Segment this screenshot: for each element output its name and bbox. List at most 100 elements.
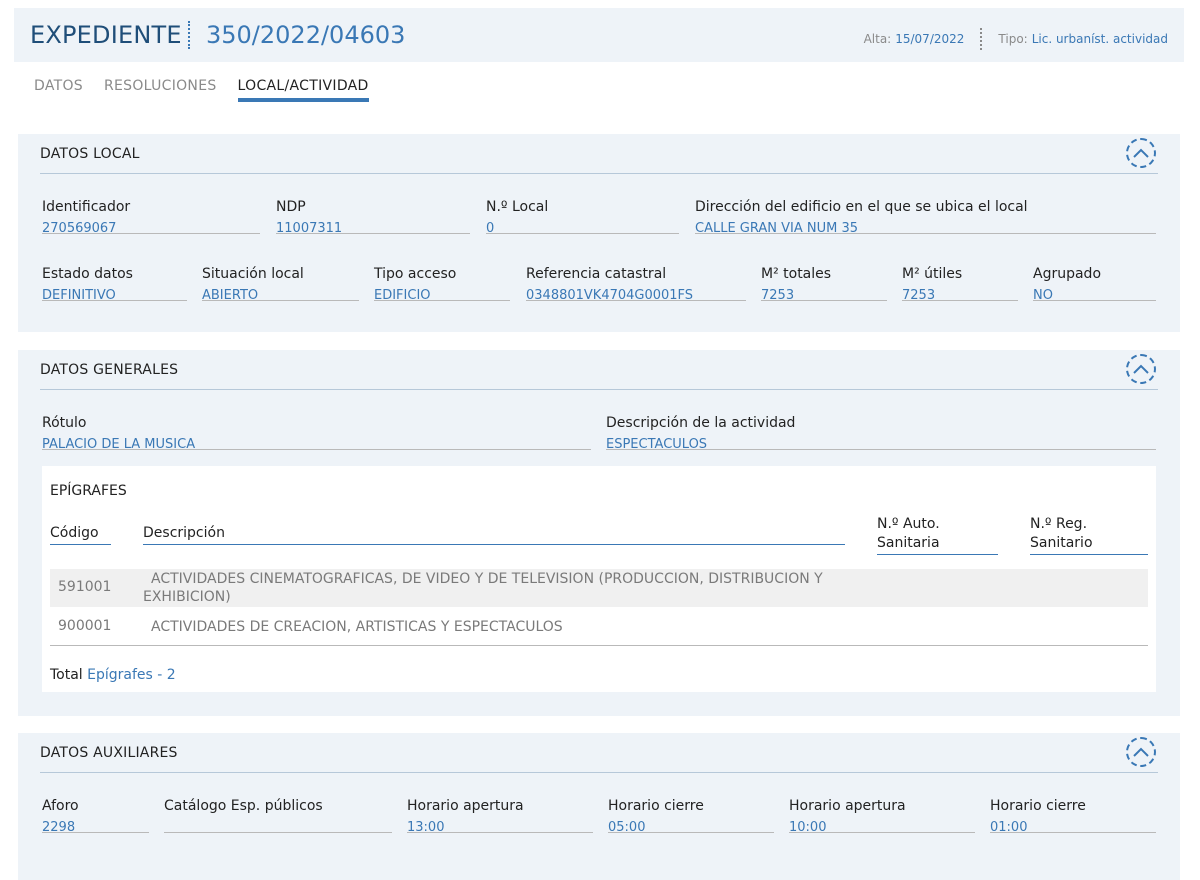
field-value: 13:00 [407,820,445,835]
field-label: Identificador [42,199,131,215]
field-value: EDIFICIO [374,288,431,303]
datos-generales-title: DATOS GENERALES [40,362,179,378]
tipo-value: Lic. urbaníst. actividad [1031,32,1168,46]
field-tipo-acceso: Tipo acceso EDIFICIO [374,266,510,303]
datos-local-header: DATOS LOCAL [40,134,1158,174]
field-label: Agrupado [1033,266,1102,282]
collapse-datos-generales-button[interactable] [1126,354,1156,384]
field-label: M² totales [761,266,832,282]
field-value: 11007311 [276,221,343,236]
cell-codigo: 591001 [58,579,112,595]
field-label: Horario cierre [990,798,1086,814]
datos-auxiliares-title: DATOS AUXILIARES [40,745,178,761]
field-value: NO [1033,288,1053,303]
field-value: 270569067 [42,221,117,236]
chevron-up-icon [1133,364,1149,374]
header-meta: Alta: 15/07/2022 Tipo: Lic. urbaníst. ac… [864,28,1168,50]
column-header-auto-sanitaria[interactable]: N.º Auto. Sanitaria [877,515,998,555]
cell-descripcion: ACTIVIDADES DE CREACION, ARTISTICAS Y ES… [151,619,563,635]
field-value: 0 [486,221,495,236]
field-value: 7253 [761,288,795,303]
field-value: ABIERTO [202,288,259,303]
expediente-number: 350/2022/04603 [206,21,406,49]
table-row[interactable]: 900001 ACTIVIDADES DE CREACION, ARTISTIC… [50,607,1148,646]
field-catalogo: Catálogo Esp. públicos [164,798,392,833]
field-label: Catálogo Esp. públicos [164,798,323,814]
table-row[interactable]: 591001 ACTIVIDADES CINEMATOGRAFICAS, DE … [50,569,1148,607]
tab-datos[interactable]: DATOS [34,78,83,102]
field-value: DEFINITIVO [42,288,116,303]
datos-generales-panel: DATOS GENERALES Rótulo PALACIO DE LA MUS… [18,350,1180,716]
field-value: 05:00 [608,820,646,835]
field-aforo: Aforo 2298 [42,798,149,835]
cell-codigo: 900001 [58,618,112,634]
field-rotulo: Rótulo PALACIO DE LA MUSICA [42,415,591,452]
total-value: Epígrafes - 2 [87,667,176,683]
epigrafes-title: EPÍGRAFES [50,483,127,499]
field-direccion: Dirección del edificio en el que se ubic… [695,199,1156,236]
field-horario-apertura: Horario apertura 13:00 [407,798,593,835]
field-situacion-local: Situación local ABIERTO [202,266,359,303]
epigrafes-section: EPÍGRAFES Código Descripción N.º Auto. S… [42,466,1156,692]
header-line: Sanitaria [877,535,940,551]
field-value: 2298 [42,820,76,835]
field-label: Descripción de la actividad [606,415,796,431]
alta-label: Alta: [863,32,892,46]
title-separator [188,21,190,49]
column-header-descripcion[interactable]: Descripción [143,524,845,545]
field-m2-utiles: M² útiles 7253 [902,266,1018,303]
tab-local-actividad[interactable]: LOCAL/ACTIVIDAD [237,78,369,102]
field-value: ESPECTACULOS [606,437,708,452]
field-estado-datos: Estado datos DEFINITIVO [42,266,187,303]
field-label: NDP [276,199,306,215]
page-title: EXPEDIENTE [30,21,182,49]
datos-local-panel: DATOS LOCAL Identificador 270569067 NDP … [18,134,1180,332]
field-label: M² útiles [902,266,963,282]
header-line: N.º Auto. [877,516,940,532]
total-label: Total [50,667,83,683]
datos-generales-header: DATOS GENERALES [40,350,1158,390]
header-line: N.º Reg. [1030,516,1088,532]
field-horario-apertura-2: Horario apertura 10:00 [789,798,975,835]
field-label: Dirección del edificio en el que se ubic… [695,199,1028,215]
datos-local-title: DATOS LOCAL [40,146,140,162]
collapse-datos-auxiliares-button[interactable] [1126,737,1156,767]
field-label: Estado datos [42,266,133,282]
field-value: 10:00 [789,820,827,835]
field-label: Situación local [202,266,304,282]
field-n-local: N.º Local 0 [486,199,679,236]
tab-resoluciones[interactable]: RESOLUCIONES [104,78,217,102]
cell-descripcion: ACTIVIDADES CINEMATOGRAFICAS, DE VIDEO Y… [143,571,823,605]
epigrafes-total: Total Epígrafes - 2 [50,667,176,683]
field-label: Horario cierre [608,798,704,814]
alta-value: 15/07/2022 [895,32,965,46]
datos-auxiliares-header: DATOS AUXILIARES [40,733,1158,773]
header-line: Sanitario [1030,535,1093,551]
field-label: Aforo [42,798,79,814]
field-value: 0348801VK4704G0001FS [526,288,694,303]
datos-auxiliares-panel: DATOS AUXILIARES Aforo 2298 Catálogo Esp… [18,733,1180,880]
field-value: 7253 [902,288,936,303]
field-identificador: Identificador 270569067 [42,199,260,236]
field-horario-cierre-2: Horario cierre 01:00 [990,798,1156,835]
collapse-datos-local-button[interactable] [1126,138,1156,168]
field-horario-cierre: Horario cierre 05:00 [608,798,774,835]
field-descripcion-actividad: Descripción de la actividad ESPECTACULOS [606,415,1156,452]
field-m2-totales: M² totales 7253 [761,266,887,303]
field-referencia-catastral: Referencia catastral 0348801VK4704G0001F… [526,266,746,303]
tab-bar: DATOS RESOLUCIONES LOCAL/ACTIVIDAD [34,78,390,102]
column-header-reg-sanitario[interactable]: N.º Reg. Sanitario [1030,515,1148,555]
field-label: Horario apertura [789,798,906,814]
meta-separator [980,28,983,50]
field-label: Rótulo [42,415,87,431]
chevron-up-icon [1133,148,1149,158]
field-value: PALACIO DE LA MUSICA [42,437,196,452]
field-label: Referencia catastral [526,266,667,282]
page-header: EXPEDIENTE 350/2022/04603 Alta: 15/07/20… [14,8,1184,62]
field-agrupado: Agrupado NO [1033,266,1156,303]
tipo-label: Tipo: [998,32,1028,46]
field-label: Tipo acceso [374,266,457,282]
field-ndp: NDP 11007311 [276,199,470,236]
field-label: Horario apertura [407,798,524,814]
column-header-codigo[interactable]: Código [50,524,111,545]
